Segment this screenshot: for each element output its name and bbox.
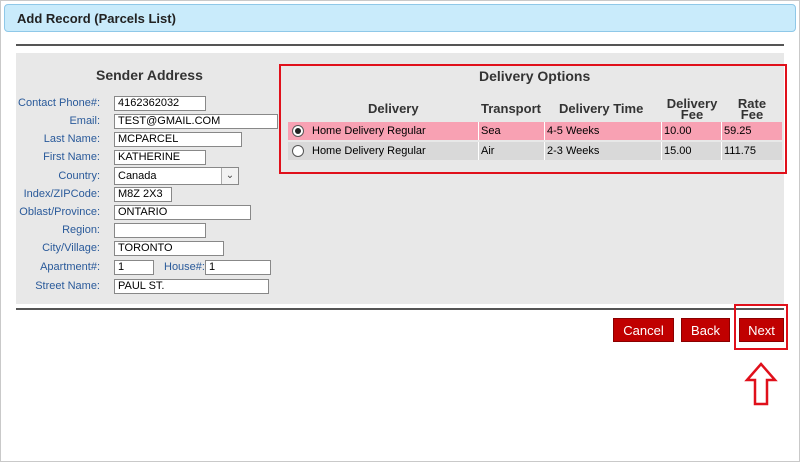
zip-field[interactable]: M8Z 2X3	[114, 187, 172, 202]
delivery-option-radio-selected[interactable]	[292, 125, 304, 137]
column-rate-fee-line2: Fee	[740, 107, 764, 122]
province-field[interactable]: ONTARIO	[114, 205, 251, 220]
house-label: House#:	[164, 261, 205, 273]
delivery-fee: 15.00	[664, 145, 692, 157]
house-field[interactable]: 1	[205, 260, 271, 275]
column-delivery: Delivery	[368, 101, 419, 116]
rate-fee: 111.75	[724, 145, 757, 157]
delivery-option-radio[interactable]	[292, 145, 304, 157]
country-label: Country:	[58, 170, 100, 182]
delivery-time: 4-5 Weeks	[547, 125, 600, 137]
sender-address-title: Sender Address	[96, 67, 203, 83]
apartment-label: Apartment#:	[40, 261, 100, 273]
last-name-field[interactable]: MCPARCEL	[114, 132, 242, 147]
column-transport: Transport	[481, 101, 541, 116]
cancel-button[interactable]: Cancel	[613, 318, 674, 342]
delivery-options-title: Delivery Options	[479, 68, 591, 84]
street-field[interactable]: PAUL ST.	[114, 279, 269, 294]
transport-type: Sea	[481, 125, 501, 137]
region-label: Region:	[62, 224, 100, 236]
top-divider	[16, 44, 784, 46]
region-field[interactable]	[114, 223, 206, 238]
bottom-divider	[16, 308, 784, 310]
phone-field[interactable]: 4162362032	[114, 96, 206, 111]
delivery-option-row[interactable]: Home Delivery Regular Sea 4-5 Weeks 10.0…	[288, 122, 782, 140]
country-value: Canada	[118, 170, 157, 182]
column-rate-fee: Rate Fee	[724, 97, 780, 122]
rate-fee: 59.25	[724, 125, 752, 137]
back-button[interactable]: Back	[681, 318, 730, 342]
up-arrow-icon	[744, 362, 778, 406]
first-name-label: First Name:	[43, 151, 100, 163]
phone-label: Contact Phone#:	[18, 97, 100, 109]
province-label: Oblast/Province:	[19, 206, 100, 218]
delivery-fee: 10.00	[664, 125, 692, 137]
first-name-field[interactable]: KATHERINE	[114, 150, 206, 165]
delivery-option-row[interactable]: Home Delivery Regular Air 2-3 Weeks 15.0…	[288, 142, 782, 160]
delivery-type: Home Delivery Regular	[312, 145, 426, 157]
street-label: Street Name:	[35, 280, 100, 292]
delivery-time: 2-3 Weeks	[547, 145, 600, 157]
last-name-label: Last Name:	[43, 133, 100, 145]
city-field[interactable]: TORONTO	[114, 241, 224, 256]
country-select[interactable]: Canada ⌄	[114, 167, 239, 185]
chevron-down-icon[interactable]: ⌄	[221, 168, 238, 184]
page-header: Add Record (Parcels List)	[4, 4, 796, 32]
delivery-type: Home Delivery Regular	[312, 125, 426, 137]
column-delivery-fee: Delivery Fee	[662, 97, 722, 121]
email-label: Email:	[69, 115, 100, 127]
city-label: City/Village:	[42, 242, 100, 254]
column-delivery-time: Delivery Time	[559, 101, 644, 116]
email-field[interactable]: TEST@GMAIL.COM	[114, 114, 278, 129]
next-button-highlight	[734, 304, 788, 350]
zip-label: Index/ZIPCode:	[23, 188, 100, 200]
transport-type: Air	[481, 145, 495, 157]
apartment-field[interactable]: 1	[114, 260, 154, 275]
page-title: Add Record (Parcels List)	[17, 10, 176, 26]
